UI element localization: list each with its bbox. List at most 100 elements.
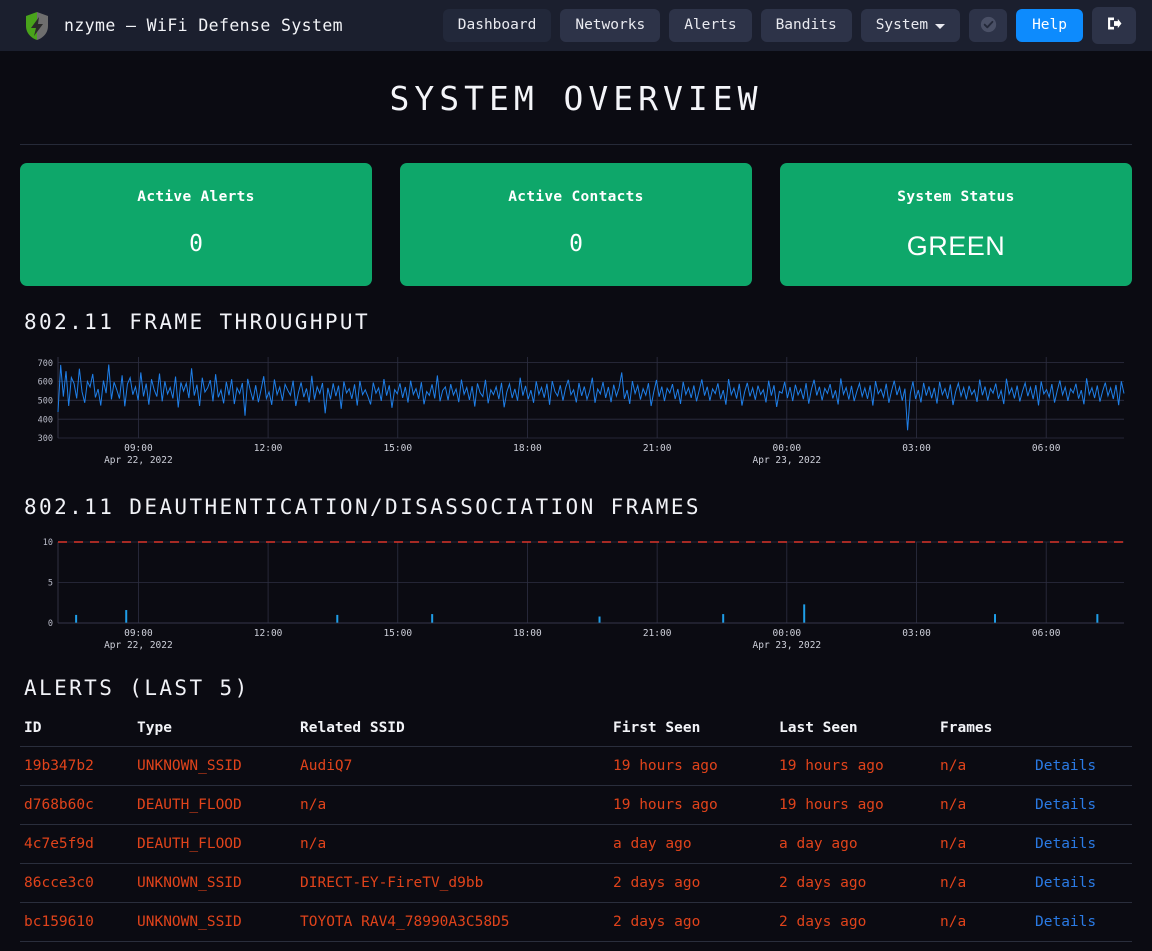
top-navbar: nzyme – WiFi Defense System Dashboard Ne… [0, 0, 1152, 51]
alert-details-cell: Details [1031, 746, 1132, 786]
alert-details-cell: Details [1031, 863, 1132, 903]
card-active-alerts[interactable]: Active Alerts 0 [20, 163, 372, 286]
alert-type: UNKNOWN_SSID [133, 746, 296, 786]
alert-details-link[interactable]: Details [1035, 836, 1096, 852]
alert-details-link[interactable]: Details [1035, 914, 1096, 930]
alert-type: UNKNOWN_SSID [133, 863, 296, 903]
svg-text:18:00: 18:00 [513, 443, 542, 454]
column-header-first-seen[interactable]: First Seen [609, 714, 775, 747]
svg-text:500: 500 [38, 397, 53, 407]
column-header-type[interactable]: Type [133, 714, 296, 747]
alert-details-link[interactable]: Details [1035, 797, 1096, 813]
nav-item-dashboard[interactable]: Dashboard [442, 9, 552, 42]
alert-details-link[interactable]: Details [1035, 875, 1096, 891]
svg-text:Apr 23, 2022: Apr 23, 2022 [753, 640, 822, 650]
check-circle-icon [980, 16, 997, 36]
svg-text:18:00: 18:00 [513, 628, 542, 639]
column-header-frames[interactable]: Frames [936, 714, 1031, 747]
alert-last-seen: 19 hours ago [775, 746, 936, 786]
svg-text:400: 400 [38, 415, 53, 425]
alert-ssid: AudiQ7 [296, 746, 609, 786]
svg-text:03:00: 03:00 [902, 628, 931, 639]
deauth-chart[interactable]: 0 5 10 09:00 Apr 22, 2022 12:00 15:00 18:00 21:0… [20, 535, 1132, 650]
alerts-table-body: 19b347b2 UNKNOWN_SSID AudiQ7 19 hours ago 19… [20, 746, 1132, 942]
alert-ssid: n/a [296, 824, 609, 864]
throughput-section-title: 802.11 FRAME THROUGHPUT [24, 310, 370, 334]
svg-text:03:00: 03:00 [902, 443, 931, 454]
nav-item-alerts[interactable]: Alerts [669, 9, 752, 42]
logout-button[interactable] [1092, 7, 1136, 44]
alert-frames: n/a [936, 902, 1031, 942]
help-button[interactable]: Help [1016, 9, 1083, 42]
alert-frames: n/a [936, 863, 1031, 903]
nav-item-dashboard-label: Dashboard [457, 17, 537, 34]
svg-text:21:00: 21:00 [643, 628, 672, 639]
column-header-last-seen[interactable]: Last Seen [775, 714, 936, 747]
alert-details-link[interactable]: Details [1035, 758, 1096, 774]
nav-item-bandits-label: Bandits [775, 17, 837, 34]
svg-text:600: 600 [38, 378, 53, 388]
card-active-alerts-value: 0 [189, 231, 203, 257]
card-active-contacts-title: Active Contacts [508, 189, 644, 205]
card-active-contacts[interactable]: Active Contacts 0 [400, 163, 752, 286]
table-row: 19b347b2 UNKNOWN_SSID AudiQ7 19 hours ago 19… [20, 746, 1132, 786]
alert-first-seen: 19 hours ago [609, 746, 775, 786]
deauth-section-title: 802.11 DEAUTHENTICATION/DISASSOCIATION F… [24, 495, 701, 519]
svg-text:0: 0 [48, 619, 53, 629]
alerts-section-title: ALERTS (LAST 5) [24, 676, 250, 700]
svg-text:12:00: 12:00 [254, 628, 283, 639]
card-system-status[interactable]: System Status GREEN [780, 163, 1132, 286]
nav-item-networks[interactable]: Networks [560, 9, 661, 42]
table-row: bc159610 UNKNOWN_SSID TOYOTA RAV4_78990A3C… [20, 902, 1132, 942]
column-header-id[interactable]: ID [20, 714, 133, 747]
svg-text:06:00: 06:00 [1032, 443, 1061, 454]
svg-text:21:00: 21:00 [643, 443, 672, 454]
deauth-chart-canvas: 0 5 10 09:00Apr 22, 2022 12:00 15:00 18:00 21:0… [43, 538, 1124, 650]
sign-out-icon [1105, 15, 1123, 36]
table-row: d768b60c DEAUTH_FLOOD n/a 19 hours ago 19 ho… [20, 785, 1132, 825]
nav-item-alerts-label: Alerts [684, 17, 737, 34]
alert-last-seen: 2 days ago [775, 863, 936, 903]
alert-first-seen: 2 days ago [609, 902, 775, 942]
alert-id: 19b347b2 [20, 746, 133, 786]
svg-text:10: 10 [43, 538, 53, 548]
svg-text:5: 5 [48, 579, 53, 589]
page-title: SYSTEM OVERVIEW [389, 79, 763, 118]
nav-item-system[interactable]: System [860, 9, 961, 42]
svg-text:Apr 22, 2022: Apr 22, 2022 [104, 455, 173, 465]
chevron-down-icon [935, 24, 946, 29]
alerts-table: ID Type Related SSID First Seen Last See… [20, 714, 1132, 942]
alert-last-seen: 19 hours ago [775, 785, 936, 825]
alert-frames: n/a [936, 746, 1031, 786]
brand-title: nzyme – WiFi Defense System [64, 16, 344, 35]
alert-ssid: TOYOTA RAV4_78990A3C58D5 [296, 902, 609, 942]
column-header-ssid[interactable]: Related SSID [296, 714, 609, 747]
alert-frames: n/a [936, 785, 1031, 825]
throughput-chart[interactable]: 300 400 500 600 700 09:00 Apr 22, 2022 12:00 15:… [20, 350, 1132, 465]
nav-links: Dashboard Networks Alerts Bandits System… [442, 7, 1136, 44]
brand[interactable]: nzyme – WiFi Defense System [24, 11, 431, 41]
svg-text:00:00: 00:00 [773, 443, 802, 454]
alert-id: d768b60c [20, 785, 133, 825]
page-body: SYSTEM OVERVIEW Active Alerts 0 Active C… [0, 51, 1152, 942]
alert-last-seen: 2 days ago [775, 902, 936, 942]
alerts-header-row: ID Type Related SSID First Seen Last See… [20, 714, 1132, 747]
alert-details-cell: Details [1031, 902, 1132, 942]
alert-frames: n/a [936, 824, 1031, 864]
alert-id: 86cce3c0 [20, 863, 133, 903]
throughput-chart-canvas: 300 400 500 600 700 09:00Apr 22, 2022 12:00 15:… [38, 357, 1125, 465]
status-cards: Active Alerts 0 Active Contacts 0 System… [20, 163, 1132, 286]
table-row: 86cce3c0 UNKNOWN_SSID DIRECT-EY-FireTV_d9b… [20, 863, 1132, 903]
alert-id: 4c7e5f9d [20, 824, 133, 864]
svg-text:300: 300 [38, 434, 53, 444]
alert-first-seen: 19 hours ago [609, 785, 775, 825]
system-health-button[interactable] [969, 9, 1008, 42]
table-row: 4c7e5f9d DEAUTH_FLOOD n/a a day ago a day ag… [20, 824, 1132, 864]
help-button-label: Help [1032, 17, 1067, 34]
nav-item-system-label: System [875, 17, 929, 34]
nav-item-bandits[interactable]: Bandits [760, 9, 852, 42]
alert-ssid: DIRECT-EY-FireTV_d9bb [296, 863, 609, 903]
alert-id: bc159610 [20, 902, 133, 942]
card-system-status-title: System Status [897, 189, 1015, 205]
svg-text:700: 700 [38, 359, 53, 369]
